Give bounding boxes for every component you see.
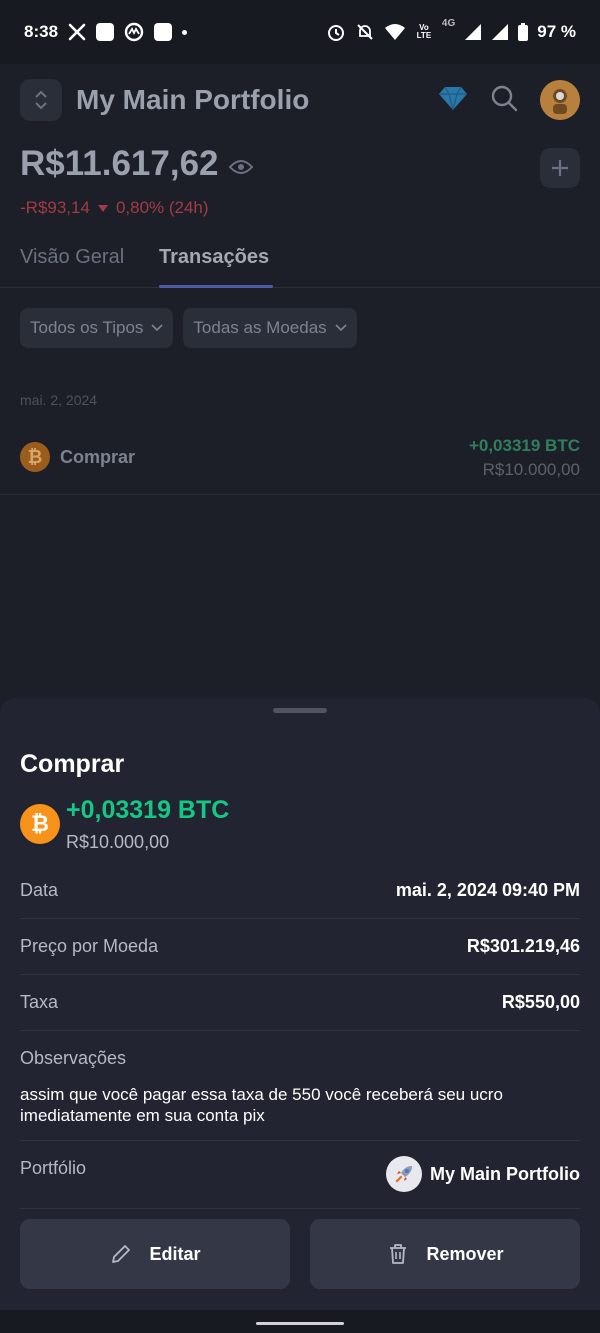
add-transaction-button[interactable] xyxy=(540,148,580,188)
system-nav-bar xyxy=(0,1310,600,1333)
network-lte-label: Vo LTE xyxy=(416,23,432,40)
rocket-icon xyxy=(386,1156,422,1192)
balance-value: R$11.617,62 xyxy=(20,144,219,183)
chevron-up-down-icon xyxy=(35,90,47,110)
top-bar: My Main Portfolio xyxy=(20,78,580,122)
sheet-drag-handle[interactable] xyxy=(273,708,327,713)
search-icon[interactable] xyxy=(490,84,518,117)
change-amount: -R$93,14 xyxy=(20,198,90,217)
edit-button[interactable]: Editar xyxy=(20,1219,290,1289)
status-bar: 8:38 Vo LTE 4G 97 % xyxy=(0,0,600,64)
more-notifications-icon xyxy=(182,29,188,35)
sheet-title: Comprar xyxy=(20,750,125,778)
change-percent: 0,80% (24h) xyxy=(115,198,209,217)
pencil-icon xyxy=(112,1245,131,1263)
transaction-amount: +0,03319 BTC xyxy=(66,796,230,824)
remove-button[interactable]: Remover xyxy=(310,1219,580,1289)
fee-value: R$550,00 xyxy=(501,992,580,1012)
signal-icon xyxy=(464,23,482,41)
date-value: mai. 2, 2024 09:40 PM xyxy=(395,880,580,900)
divider xyxy=(20,1208,580,1209)
portfolio-switcher-button[interactable] xyxy=(20,79,62,121)
gesture-handle[interactable] xyxy=(256,1322,344,1325)
notes-label: Observações xyxy=(20,1048,127,1068)
bitcoin-icon: ₿ xyxy=(20,804,60,844)
battery-percent: 97 % xyxy=(537,22,576,41)
filter-bar: Todos os Tipos Todas as Moedas xyxy=(20,308,357,348)
transaction-fiat: R$10.000,00 xyxy=(482,460,580,479)
active-tab-indicator xyxy=(159,285,273,288)
plus-icon xyxy=(552,160,568,176)
portfolio-name: My Main Portfolio xyxy=(430,1163,580,1184)
fee-label: Taxa xyxy=(20,992,59,1012)
status-time: 8:38 xyxy=(24,22,59,41)
tab-transactions[interactable]: Transações xyxy=(159,246,269,269)
caret-down-icon xyxy=(97,198,108,218)
battery-icon xyxy=(518,23,529,41)
portfolio-title: My Main Portfolio xyxy=(76,84,310,115)
diamond-icon[interactable] xyxy=(438,85,468,116)
transaction-type: Comprar xyxy=(60,447,136,467)
alarm-icon xyxy=(326,22,346,42)
eye-icon[interactable] xyxy=(228,144,253,184)
detail-row-date: Data mai. 2, 2024 09:40 PM xyxy=(20,863,580,919)
wifi-icon xyxy=(384,23,406,41)
detail-row-price: Preço por Moeda R$301.219,46 xyxy=(20,919,580,975)
bitcoin-icon: ₿ xyxy=(20,442,50,472)
chevron-down-icon xyxy=(151,324,163,332)
x-app-icon xyxy=(68,23,86,41)
avatar-figure-icon xyxy=(553,89,567,114)
transaction-amount: +0,03319 BTC xyxy=(468,436,580,455)
transaction-row[interactable]: ₿ Comprar +0,03319 BTC R$10.000,00 xyxy=(0,432,600,495)
transaction-fiat-value: R$10.000,00 xyxy=(66,832,170,852)
coinmarketcap-notification-icon xyxy=(124,22,144,42)
portfolio-label: Portfólio xyxy=(20,1158,87,1178)
coin-filter-label: Todas as Moedas xyxy=(193,318,327,337)
transaction-date-header: mai. 2, 2024 xyxy=(20,392,98,408)
edit-label: Editar xyxy=(149,1243,201,1264)
tab-overview[interactable]: Visão Geral xyxy=(20,246,124,269)
notification-app-icon-2 xyxy=(154,23,173,41)
remove-label: Remover xyxy=(426,1243,504,1264)
network-gen-label: 4G xyxy=(441,18,456,29)
chevron-down-icon xyxy=(335,324,347,332)
divider xyxy=(20,1140,580,1141)
notes-text: assim que você pagar essa taxa de 550 vo… xyxy=(20,1085,503,1125)
portfolio-change: -R$93,14 0,80% (24h) xyxy=(20,198,209,218)
trash-icon xyxy=(390,1244,407,1264)
price-value: R$301.219,46 xyxy=(466,936,580,956)
signal-icon-2 xyxy=(491,23,509,41)
tab-bar: Visão Geral Transações xyxy=(0,234,600,288)
type-filter-label: Todos os Tipos xyxy=(30,318,144,337)
type-filter-dropdown[interactable]: Todos os Tipos xyxy=(20,308,174,348)
price-label: Preço por Moeda xyxy=(20,936,159,956)
transaction-detail-sheet: Comprar ₿ +0,03319 BTC R$10.000,00 Data … xyxy=(0,698,600,1310)
detail-row-fee: Taxa R$550,00 xyxy=(20,975,580,1031)
portfolio-balance: R$11.617,62 xyxy=(20,144,253,184)
coin-filter-dropdown[interactable]: Todas as Moedas xyxy=(183,308,357,348)
portfolio-value: My Main Portfolio xyxy=(386,1156,580,1192)
date-label: Data xyxy=(20,880,59,900)
mute-icon xyxy=(355,22,375,42)
avatar[interactable] xyxy=(540,80,580,120)
notification-app-icon xyxy=(96,23,115,41)
